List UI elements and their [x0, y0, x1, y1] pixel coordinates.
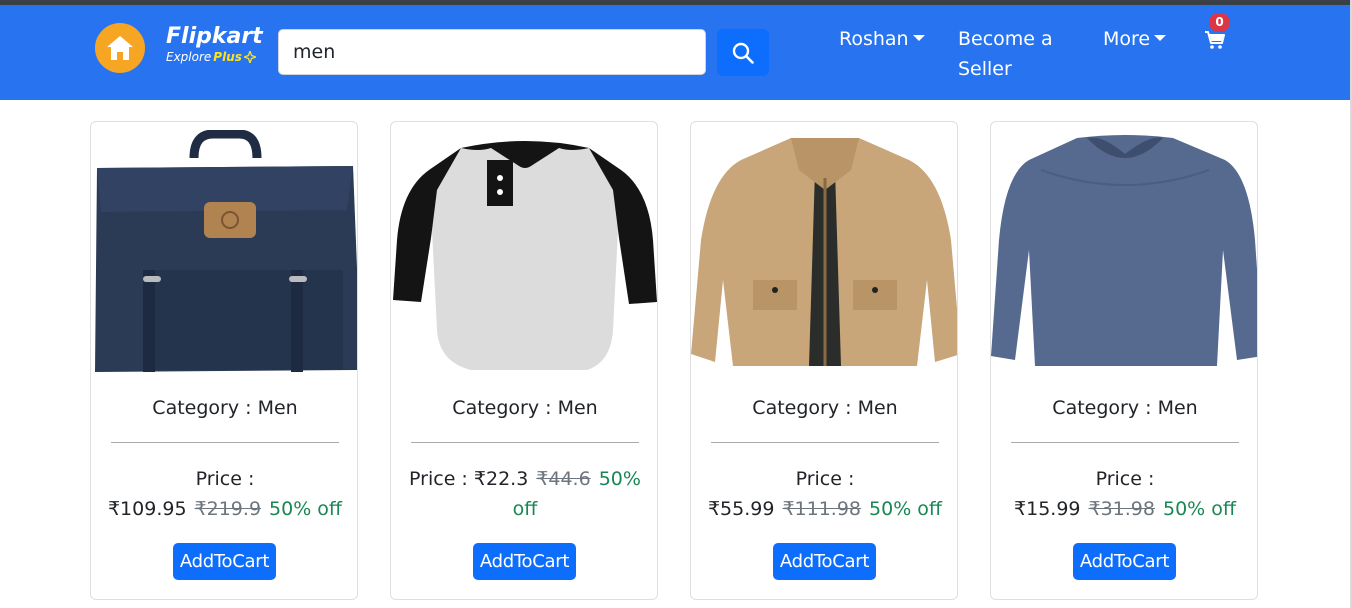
product-price: Price : ₹55.99 ₹111.98 50% off	[705, 464, 945, 524]
discount-label: 50% off	[869, 498, 943, 520]
add-to-cart-button[interactable]: AddToCart	[473, 543, 576, 580]
product-price: Price : ₹109.95 ₹219.9 50% off	[105, 464, 345, 524]
become-seller-link[interactable]: Become a Seller	[958, 24, 1053, 84]
original-price: ₹219.9	[194, 498, 262, 520]
divider	[1011, 442, 1239, 443]
backpack-image	[95, 130, 357, 372]
jacket-image	[691, 138, 957, 366]
price-label: Price :	[1095, 468, 1155, 490]
brand-tagline: Explore Plus	[166, 50, 266, 64]
price-label: Price :	[795, 468, 855, 490]
product-image[interactable]	[991, 130, 1257, 374]
divider	[111, 442, 339, 443]
cart-count-badge: 0	[1209, 13, 1230, 32]
chevron-down-icon	[1154, 34, 1167, 41]
product-card: Category : Men Price : ₹109.95 ₹219.9 50% …	[90, 121, 358, 600]
discount-label: 50% off	[269, 498, 343, 520]
chevron-down-icon	[912, 34, 925, 41]
price-label: Price :	[195, 468, 255, 490]
original-price: ₹111.98	[782, 498, 862, 520]
home-button[interactable]	[95, 23, 145, 73]
seller-line-2: Seller	[958, 58, 1012, 80]
product-image[interactable]	[691, 130, 957, 374]
plus-star-icon	[243, 51, 256, 63]
product-card: Category : Men Price : ₹55.99 ₹111.98 50% …	[690, 121, 958, 600]
current-price: ₹55.99	[707, 498, 775, 520]
more-menu-dropdown[interactable]: More	[1103, 24, 1167, 54]
current-price: ₹15.99	[1014, 498, 1081, 520]
current-price: ₹22.3	[473, 468, 529, 490]
product-card: Category : Men Price : ₹22.3 ₹44.6 50% off…	[390, 121, 658, 600]
product-category: Category : Men	[1052, 397, 1198, 419]
original-price: ₹44.6	[536, 468, 591, 490]
more-label: More	[1103, 28, 1151, 50]
home-icon	[107, 36, 133, 60]
search-icon	[732, 42, 754, 64]
henley-tshirt-image	[393, 141, 657, 370]
original-price: ₹31.98	[1088, 498, 1155, 520]
long-sleeve-tshirt-image	[991, 135, 1257, 366]
product-category: Category : Men	[752, 397, 898, 419]
seller-line-1: Become a	[958, 28, 1053, 50]
add-to-cart-button[interactable]: AddToCart	[773, 543, 876, 580]
current-price: ₹109.95	[107, 498, 187, 520]
add-to-cart-button[interactable]: AddToCart	[173, 543, 276, 580]
divider	[411, 442, 639, 443]
product-image[interactable]	[391, 130, 657, 374]
user-menu-dropdown[interactable]: Roshan	[839, 24, 925, 54]
search-input[interactable]	[278, 29, 706, 75]
product-image[interactable]	[91, 130, 357, 374]
product-category: Category : Men	[152, 397, 298, 419]
user-name: Roshan	[839, 28, 909, 50]
price-label: Price :	[409, 468, 468, 490]
brand-name: Flipkart	[166, 24, 263, 49]
search-button[interactable]	[717, 29, 769, 76]
tagline-plus: Plus	[213, 50, 242, 64]
tagline-prefix: Explore	[166, 50, 212, 64]
discount-label: 50% off	[1162, 498, 1236, 520]
product-price: Price : ₹22.3 ₹44.6 50% off	[405, 464, 645, 524]
add-to-cart-button[interactable]: AddToCart	[1073, 543, 1176, 580]
divider	[711, 442, 939, 443]
product-category: Category : Men	[452, 397, 598, 419]
flipkart-logo[interactable]: Flipkart Explore Plus	[166, 24, 266, 74]
product-card: Category : Men Price : ₹15.99 ₹31.98 50% o…	[990, 121, 1258, 600]
product-price: Price : ₹15.99 ₹31.98 50% off	[1005, 464, 1245, 524]
